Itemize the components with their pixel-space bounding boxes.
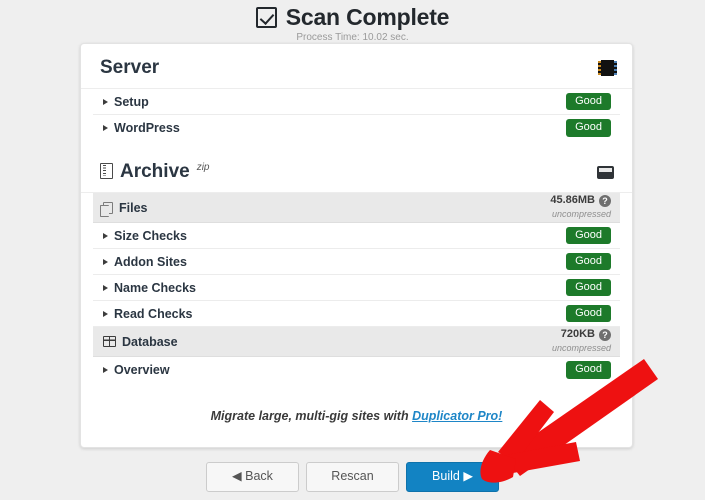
- status-badge: Good: [566, 92, 611, 111]
- row-label: Name Checks: [114, 280, 196, 295]
- status-badge: Good: [566, 304, 611, 323]
- hard-drive-icon: [597, 165, 614, 179]
- table-row[interactable]: Size Checks Good: [93, 223, 620, 249]
- rescan-button[interactable]: Rescan: [306, 462, 399, 492]
- row-label-group: Size Checks: [103, 229, 187, 243]
- row-label: Addon Sites: [114, 254, 187, 269]
- scan-title-row: Scan Complete: [0, 4, 705, 31]
- chevron-right-icon[interactable]: [103, 310, 108, 317]
- checkbox-checked-icon: [255, 7, 277, 28]
- row-label: Setup: [114, 94, 149, 109]
- status-badge: Good: [566, 226, 611, 245]
- row-label-group: Database: [103, 335, 178, 349]
- row-label-group: Addon Sites: [103, 255, 187, 269]
- promo-prefix: Migrate large, multi-gig sites with: [210, 409, 413, 423]
- row-label: Overview: [114, 363, 170, 377]
- row-label-group: Files: [100, 200, 148, 217]
- row-label-group: Setup: [103, 95, 149, 109]
- chevron-right-icon[interactable]: [103, 98, 108, 105]
- row-label-group: Overview: [103, 363, 170, 377]
- table-row[interactable]: Name Checks Good: [93, 275, 620, 301]
- row-label-group: WordPress: [103, 121, 180, 135]
- files-size-note: uncompressed: [551, 208, 611, 219]
- row-label: Files: [119, 200, 148, 215]
- scan-header: Scan Complete Process Time: 10.02 sec.: [0, 0, 705, 43]
- database-summary-row[interactable]: Database 720KB ? uncompressed: [93, 327, 620, 357]
- table-row[interactable]: Setup Good: [93, 89, 620, 115]
- files-size-cell: 45.86MB ? uncompressed: [550, 195, 611, 220]
- table-row[interactable]: WordPress Good: [93, 115, 620, 141]
- row-label-group: Name Checks: [103, 281, 196, 295]
- archive-file-icon: [100, 163, 113, 179]
- chevron-right-icon[interactable]: [103, 125, 108, 131]
- server-rows: Setup Good WordPress Good: [81, 89, 632, 141]
- row-label-group: Read Checks: [103, 307, 193, 321]
- table-grid-icon: [103, 336, 116, 347]
- archive-title-text: Archive: [120, 161, 190, 182]
- database-size-note: uncompressed: [551, 342, 611, 353]
- status-badge: Good: [566, 119, 611, 137]
- row-label: WordPress: [114, 121, 180, 135]
- page-title: Scan Complete: [285, 4, 450, 30]
- files-summary-row[interactable]: Files 45.86MB ? uncompressed: [93, 193, 620, 223]
- question-mark-icon[interactable]: ?: [599, 194, 611, 207]
- duplicator-pro-link[interactable]: Duplicator Pro!: [412, 409, 502, 423]
- table-row[interactable]: Addon Sites Good: [93, 249, 620, 275]
- chevron-right-icon[interactable]: [103, 232, 108, 239]
- files-size-value: 45.86MB: [550, 194, 595, 207]
- scan-results-panel: Server Setup Good WordPress Good Archive…: [80, 43, 633, 448]
- chevron-right-icon[interactable]: [103, 258, 108, 265]
- database-size-cell: 720KB ? uncompressed: [552, 329, 611, 354]
- table-row[interactable]: Read Checks Good: [93, 301, 620, 327]
- row-label: Database: [122, 334, 178, 349]
- question-mark-icon[interactable]: ?: [599, 328, 611, 341]
- chevron-right-icon[interactable]: [103, 367, 108, 373]
- table-row[interactable]: Overview Good: [93, 357, 620, 383]
- archive-section-header: Archive zip: [81, 141, 632, 193]
- row-label: Size Checks: [114, 228, 187, 243]
- archive-format-superscript: zip: [196, 162, 210, 173]
- server-rack-icon: [598, 60, 617, 76]
- archive-rows: Files 45.86MB ? uncompressed Size Checks…: [81, 193, 632, 383]
- database-size-top: 720KB ?: [552, 329, 611, 341]
- status-badge: Good: [566, 252, 611, 271]
- files-size-top: 45.86MB ?: [550, 195, 611, 207]
- archive-section-title: Archive zip: [100, 161, 210, 183]
- scan-complete-page: Scan Complete Process Time: 10.02 sec. S…: [0, 0, 705, 500]
- database-size-value: 720KB: [560, 328, 595, 341]
- back-button[interactable]: ◀ Back: [206, 462, 299, 492]
- build-button[interactable]: Build ▶: [406, 462, 499, 492]
- server-section-title: Server: [100, 57, 160, 78]
- status-badge: Good: [566, 278, 611, 297]
- row-label: Read Checks: [114, 306, 193, 321]
- promo-text: Migrate large, multi-gig sites with Dupl…: [81, 383, 632, 439]
- process-time-text: Process Time: 10.02 sec.: [296, 32, 409, 43]
- files-copy-icon: [100, 201, 113, 217]
- action-button-bar: ◀ Back Rescan Build ▶: [0, 462, 705, 492]
- status-badge: Good: [566, 361, 611, 379]
- server-section-header: Server: [81, 44, 632, 89]
- chevron-right-icon[interactable]: [103, 284, 108, 291]
